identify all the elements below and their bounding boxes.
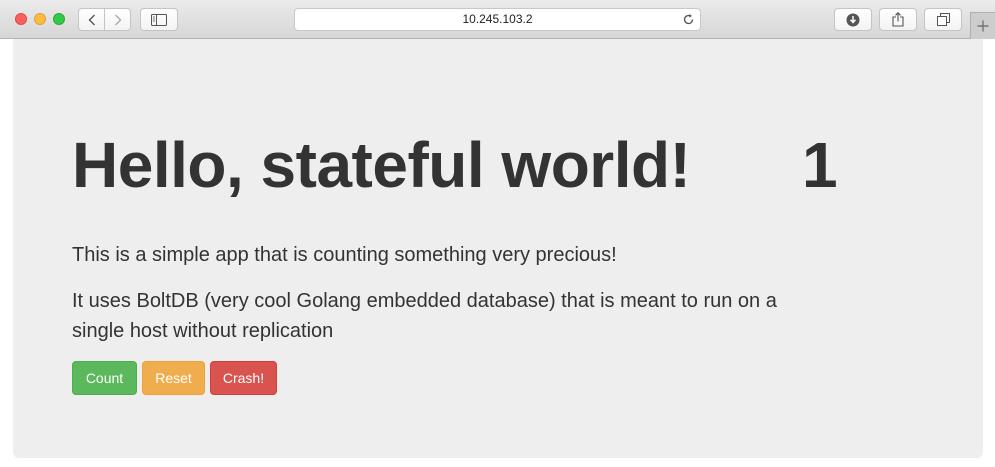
page-content: Hello, stateful world! 1 This is a simpl… — [0, 39, 995, 467]
tabs-icon — [936, 13, 950, 26]
minimize-window-button[interactable] — [34, 13, 46, 25]
back-button[interactable] — [79, 9, 104, 30]
counter-value: 1 — [802, 129, 838, 201]
reset-button[interactable]: Reset — [142, 361, 205, 395]
close-window-button[interactable] — [15, 13, 27, 25]
show-tabs-button[interactable] — [924, 8, 962, 31]
crash-button[interactable]: Crash! — [210, 361, 277, 395]
chevron-left-icon — [88, 14, 95, 25]
intro-paragraph: This is a simple app that is counting so… — [72, 244, 617, 266]
reload-icon — [683, 14, 694, 25]
browser-window: 10.245.103.2 Hello, stateful world! 1 Th… — [0, 0, 995, 467]
chevron-right-icon — [114, 14, 121, 25]
browser-toolbar: 10.245.103.2 — [0, 0, 995, 39]
plus-icon — [977, 20, 989, 32]
sidebar-button[interactable] — [140, 8, 178, 31]
description-paragraph: It uses BoltDB (very cool Golang embedde… — [72, 290, 777, 342]
navigation-buttons — [78, 8, 131, 31]
address-bar[interactable]: 10.245.103.2 — [294, 8, 701, 31]
reload-button[interactable] — [682, 13, 695, 31]
share-icon — [892, 12, 904, 27]
zoom-window-button[interactable] — [53, 13, 65, 25]
new-tab-button[interactable] — [970, 12, 995, 39]
download-icon — [846, 13, 860, 26]
share-button[interactable] — [879, 8, 917, 31]
downloads-button[interactable] — [834, 8, 872, 31]
url-text: 10.245.103.2 — [462, 12, 533, 26]
jumbotron: Hello, stateful world! 1 This is a simpl… — [13, 39, 983, 458]
page-heading: Hello, stateful world! — [72, 129, 691, 201]
forward-button[interactable] — [104, 9, 130, 30]
sidebar-icon — [151, 13, 167, 26]
count-button[interactable]: Count — [72, 361, 137, 395]
